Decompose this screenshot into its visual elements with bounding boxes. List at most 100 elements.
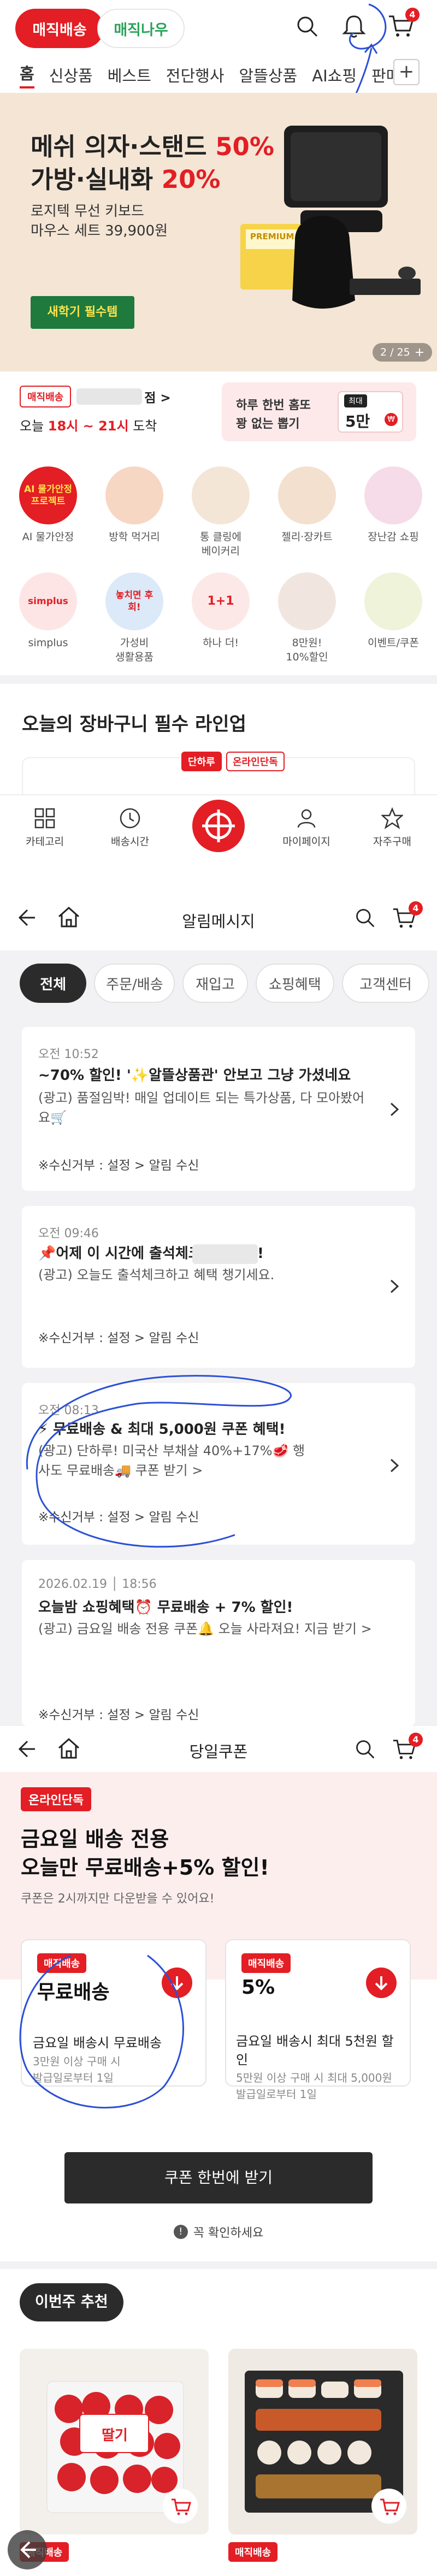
croissant-icon [192,466,250,524]
bottom-nav-delivery-time[interactable]: 배송시간 [103,807,157,848]
banner-line1: 메쉬 의자·스탠드 50% [31,132,274,161]
category-item[interactable]: simplus simplus [10,572,86,650]
product-card[interactable] [228,2349,417,2534]
nav-tab-ai[interactable]: AI쇼핑 [312,63,357,86]
add-to-cart-icon[interactable] [371,2489,406,2524]
back-arrow-icon [20,2541,36,2559]
category-label: AI 물가안정 [22,531,74,543]
floating-back-button[interactable] [8,2530,47,2569]
banner-tag: 새학기 필수템 [31,296,134,329]
banner-counter[interactable]: 2 / 25 + [373,343,433,362]
banner-sub2: 마우스 세트 39,900원 [31,223,168,239]
divider [0,675,437,684]
tab-customer-center[interactable]: 고객센터 [342,964,430,1003]
bottom-nav: 카테고리 배송시간 마이페이지 자주구매 [0,794,437,885]
brand-logo-icon [202,810,235,842]
product-card[interactable]: 딸기 [20,2349,209,2534]
store-name-blurred [76,388,143,405]
nav-tab-new[interactable]: 신상품 [49,63,93,86]
ai-price-icon: AI 물가안정 프로젝트 [19,466,77,524]
week-pick-chip[interactable]: 이번주 추천 [20,2283,123,2321]
chevron-right-icon [389,1457,400,1474]
category-item[interactable]: 젤리·장카트 [269,466,345,544]
coupon-headline2: 오늘만 무료배송+5% 할인! [21,1856,269,1880]
star-icon [381,807,403,829]
lottery-card[interactable]: 하루 한번 홈또 꽝 없는 뽑기 최대 5만 ₩ [222,382,416,441]
toy-icon [364,466,422,524]
alert-card[interactable]: 오전 09:46 📌어제 이 시간에 출석체크한 ○○님! (광고) 오늘도 출… [22,1206,415,1368]
search-icon[interactable] [354,907,376,929]
tab-all[interactable]: 전체 [20,964,87,1003]
household-icon: 놓치면 후회! [105,572,163,630]
annotation-circle-icon [26,1375,292,1548]
bottom-nav-category[interactable]: 카테고리 [17,807,72,848]
cart-count-badge: 4 [409,1733,423,1747]
category-label: 통 클링에 베이커리 [200,531,241,557]
clock-icon [120,808,140,829]
category-item[interactable]: AI 물가안정 프로젝트 AI 물가안정 [10,466,86,544]
delivery-badge: 매직배송 [20,386,72,407]
annotation-circle-icon [19,1954,184,2109]
category-item[interactable]: 8만원! 10%할인 [269,572,345,664]
tab-shopping-benefit[interactable]: 쇼핑혜택 [255,964,335,1003]
category-label: 젤리·장카트 [281,531,333,543]
category-label: 8만원! 10%할인 [286,637,328,663]
magic-now-pill[interactable]: 매직나우 [97,9,185,48]
divider [0,2261,437,2269]
alert-card[interactable]: 오전 10:52 ~70% 할인! '✨알뜰상품관' 안보고 그냥 가셨네요 (… [22,1027,415,1191]
tab-restock[interactable]: 재입고 [182,964,248,1003]
category-grid: AI 물가안정 프로젝트 AI 물가안정 방학 먹거리 통 클링에 베이커리 젤리·장카… [0,466,437,674]
sausage-icon [105,466,163,524]
alerts-screen: 알림메시지 4 전체 주문/배송 재입고 쇼핑혜택 고객센터 오전 10:52 … [0,885,437,1726]
download-all-coupons-button[interactable]: 쿠폰 한번에 받기 [64,2152,373,2203]
coupon-event-icon [364,572,422,630]
nav-tab-home[interactable]: 홈 [20,61,34,88]
chevron-right-icon [389,1101,400,1118]
nav-tab-value[interactable]: 알뜰상품 [239,63,298,86]
coupon-screen: 당일쿠폰 4 온라인단독 금요일 배송 전용 오늘만 무료배송+5% 할인! 쿠… [0,1726,437,2576]
banner-product-image: PREMIUM [240,115,426,333]
category-item[interactable]: 이벤트/쿠폰 [355,572,432,650]
nav-tab-flyer[interactable]: 전단행사 [166,63,225,86]
magic-delivery-pill[interactable]: 매직배송 [15,9,104,48]
category-label: 방학 먹거리 [109,531,160,543]
box-label: PREMIUM [250,232,294,241]
lottery-max-box: 최대 5만 ₩ [338,391,403,433]
bottom-nav-frequent[interactable]: 자주구매 [365,807,420,848]
chicken-icon [278,466,336,524]
online-only-badge: 온라인단독 [21,1787,92,1811]
wine-icon [278,572,336,630]
person-icon [297,809,316,828]
category-item[interactable]: 1+1 하나 더! [182,572,259,650]
category-label: simplus [28,637,68,649]
home-screen: 매직배송 매직나우 4 홈 신상품 베스트 전단행사 알뜰상품 AI쇼핑 판매7… [0,0,437,885]
coupon-subtext: 쿠폰은 2시까지만 다운받을 수 있어요! [21,1892,215,1906]
info-icon: ! [173,2225,188,2239]
category-label: 하나 더! [202,637,239,649]
delivery-info[interactable]: 매직배송 점 > 오늘 18시 ~ 21시 도착 [20,386,205,446]
nav-expand-button[interactable]: + [393,59,420,85]
username-blurred [192,1244,258,1264]
bottom-nav-mypage[interactable]: 마이페이지 [276,807,336,848]
simplus-logo-icon: simplus [19,572,77,630]
home-center-button[interactable] [192,800,245,852]
category-label: 장난감 쇼핑 [368,531,419,543]
category-item[interactable]: 통 클링에 베이커리 [182,466,259,558]
notice-link[interactable]: ! 꼭 확인하세요 [0,2223,437,2241]
search-icon[interactable] [354,1738,376,1760]
nav-tab-best[interactable]: 베스트 [108,63,151,86]
cart-count-badge: 4 [409,901,423,915]
home-nav-tabs: 홈 신상품 베스트 전단행사 알뜰상품 AI쇼핑 판매7 [20,61,411,88]
alert-card[interactable]: 2026.02.19 │ 18:56 오늘밤 쇼핑혜택⏰ 무료배송 + 7% 할… [22,1560,415,1726]
tab-order-delivery[interactable]: 주문/배송 [94,964,175,1003]
category-item[interactable]: 놓치면 후회! 가성비 생활용품 [96,572,173,664]
category-label: 이벤트/쿠폰 [368,637,419,649]
won-coin-icon: ₩ [385,413,398,426]
chevron-right-icon [389,1278,400,1295]
lineup-title: 오늘의 장바구니 필수 라인업 [22,713,246,735]
category-item[interactable]: 장난감 쇼핑 [355,466,432,544]
promo-banner[interactable]: 메쉬 의자·스탠드 50% 가방·실내화 20% 로지텍 무선 키보드 마우스 … [0,93,437,371]
add-to-cart-icon[interactable] [163,2489,198,2524]
category-item[interactable]: 방학 먹거리 [96,466,173,544]
download-icon[interactable] [366,1968,397,1998]
